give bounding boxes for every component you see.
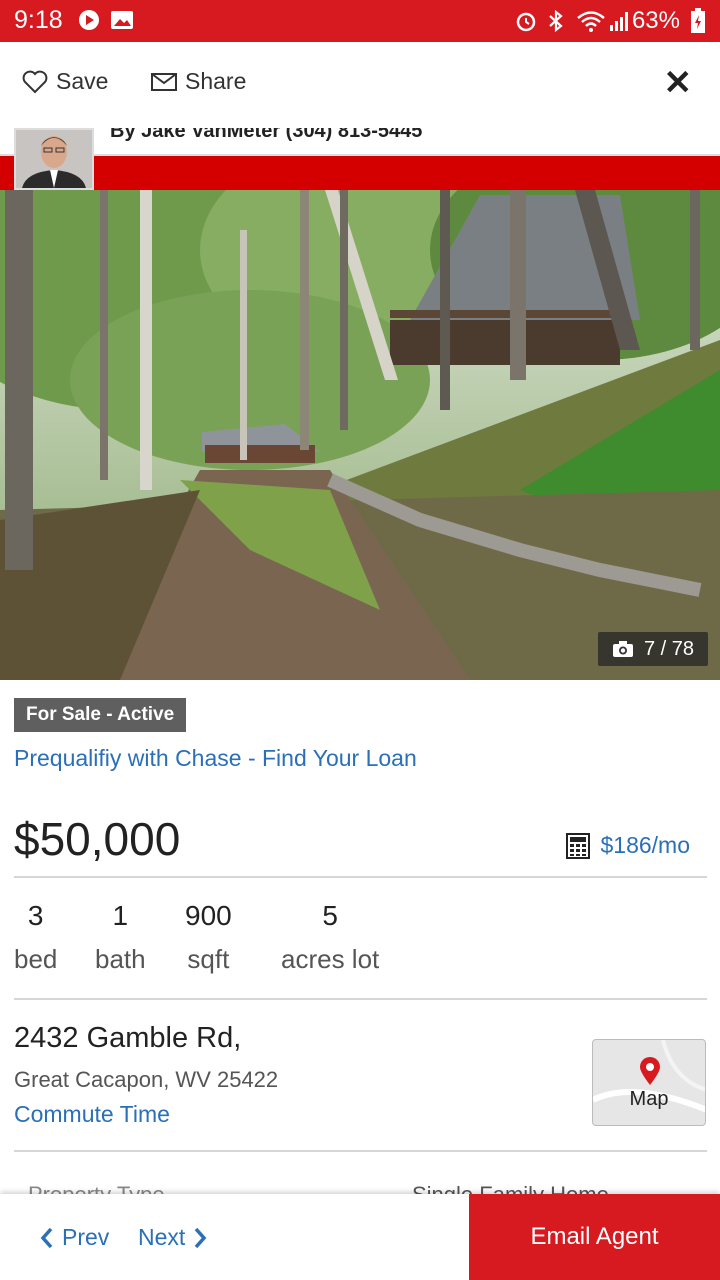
share-button[interactable]: Share <box>151 68 246 95</box>
divider-price <box>14 876 707 878</box>
battery-icon <box>691 8 705 33</box>
agent-byline[interactable]: By Jake VanMeter (304) 813-5445 <box>110 128 422 143</box>
save-label: Save <box>56 68 109 94</box>
listing-photo[interactable]: 7 / 78 <box>0 190 720 680</box>
stat-bath-value: 1 <box>112 900 129 931</box>
prev-label: Prev <box>62 1224 110 1250</box>
stat-sqft-label: sqft <box>187 944 230 974</box>
listing-price: $50,000 <box>14 813 181 865</box>
stat-sqft-value: 900 <box>185 900 232 931</box>
bottom-nav-bar: Prev Next Email Agent <box>0 1194 720 1280</box>
monthly-payment-link[interactable]: $186/mo <box>566 832 690 859</box>
stat-bed-value: 3 <box>27 900 44 931</box>
monthly-payment-text: $186/mo <box>600 832 690 858</box>
email-agent-button[interactable]: Email Agent <box>469 1194 720 1280</box>
stat-bed-label: bed <box>14 944 58 974</box>
status-badge: For Sale - Active <box>14 698 187 732</box>
photo-counter[interactable]: 7 / 78 <box>597 632 708 666</box>
map-label: Map <box>629 1088 669 1110</box>
commute-time-link[interactable]: Commute Time <box>14 1101 170 1128</box>
camera-icon <box>612 641 633 657</box>
top-toolbar: Save Share ✕ <box>0 42 720 128</box>
next-label: Next <box>138 1224 186 1250</box>
stat-bed: 3 bed <box>14 900 57 975</box>
address-street: 2432 Gamble Rd, <box>14 1022 242 1054</box>
battery-percent: 63% <box>631 7 680 34</box>
gallery-icon <box>111 11 133 29</box>
stat-bath-label: bath <box>95 944 146 974</box>
chevron-right-icon <box>194 1227 207 1248</box>
save-button[interactable]: Save <box>22 68 108 95</box>
forest-cabin-photo <box>0 190 720 680</box>
status-bar: 9:18 63% <box>0 0 720 42</box>
heart-icon <box>22 70 48 93</box>
map-button[interactable]: Map <box>592 1039 706 1126</box>
stat-bath: 1 bath <box>95 900 146 975</box>
bluetooth-icon <box>549 9 563 33</box>
chevron-left-icon <box>40 1227 53 1248</box>
agent-photo[interactable] <box>14 128 94 190</box>
map-pin-icon <box>640 1057 660 1085</box>
agent-portrait <box>16 130 92 188</box>
agent-red-strip <box>0 156 720 190</box>
divider-stats <box>14 998 707 1000</box>
play-store-icon <box>79 10 99 30</box>
photo-counter-text: 7 / 78 <box>643 637 694 660</box>
stat-lot: 5 acres lot <box>281 900 379 975</box>
stat-lot-label: acres lot <box>281 944 380 974</box>
calculator-icon <box>566 832 591 859</box>
envelope-icon <box>151 72 177 91</box>
wifi-icon <box>577 11 605 32</box>
close-button[interactable]: ✕ <box>664 66 693 100</box>
address-city: Great Cacapon, WV 25422 <box>14 1067 279 1092</box>
alarm-icon <box>516 12 536 32</box>
share-label: Share <box>185 68 247 94</box>
status-time: 9:18 <box>14 6 63 34</box>
divider-address <box>14 1150 707 1152</box>
stat-sqft: 900 sqft <box>185 900 232 975</box>
signal-icon <box>610 12 628 31</box>
stat-lot-value: 5 <box>322 900 338 931</box>
agent-banner: By Jake VanMeter (304) 813-5445 <box>0 128 720 190</box>
prequalify-link[interactable]: Prequalifiy with Chase - Find Your Loan <box>14 745 417 772</box>
next-button[interactable]: Next <box>138 1224 207 1251</box>
prev-button[interactable]: Prev <box>40 1224 109 1251</box>
